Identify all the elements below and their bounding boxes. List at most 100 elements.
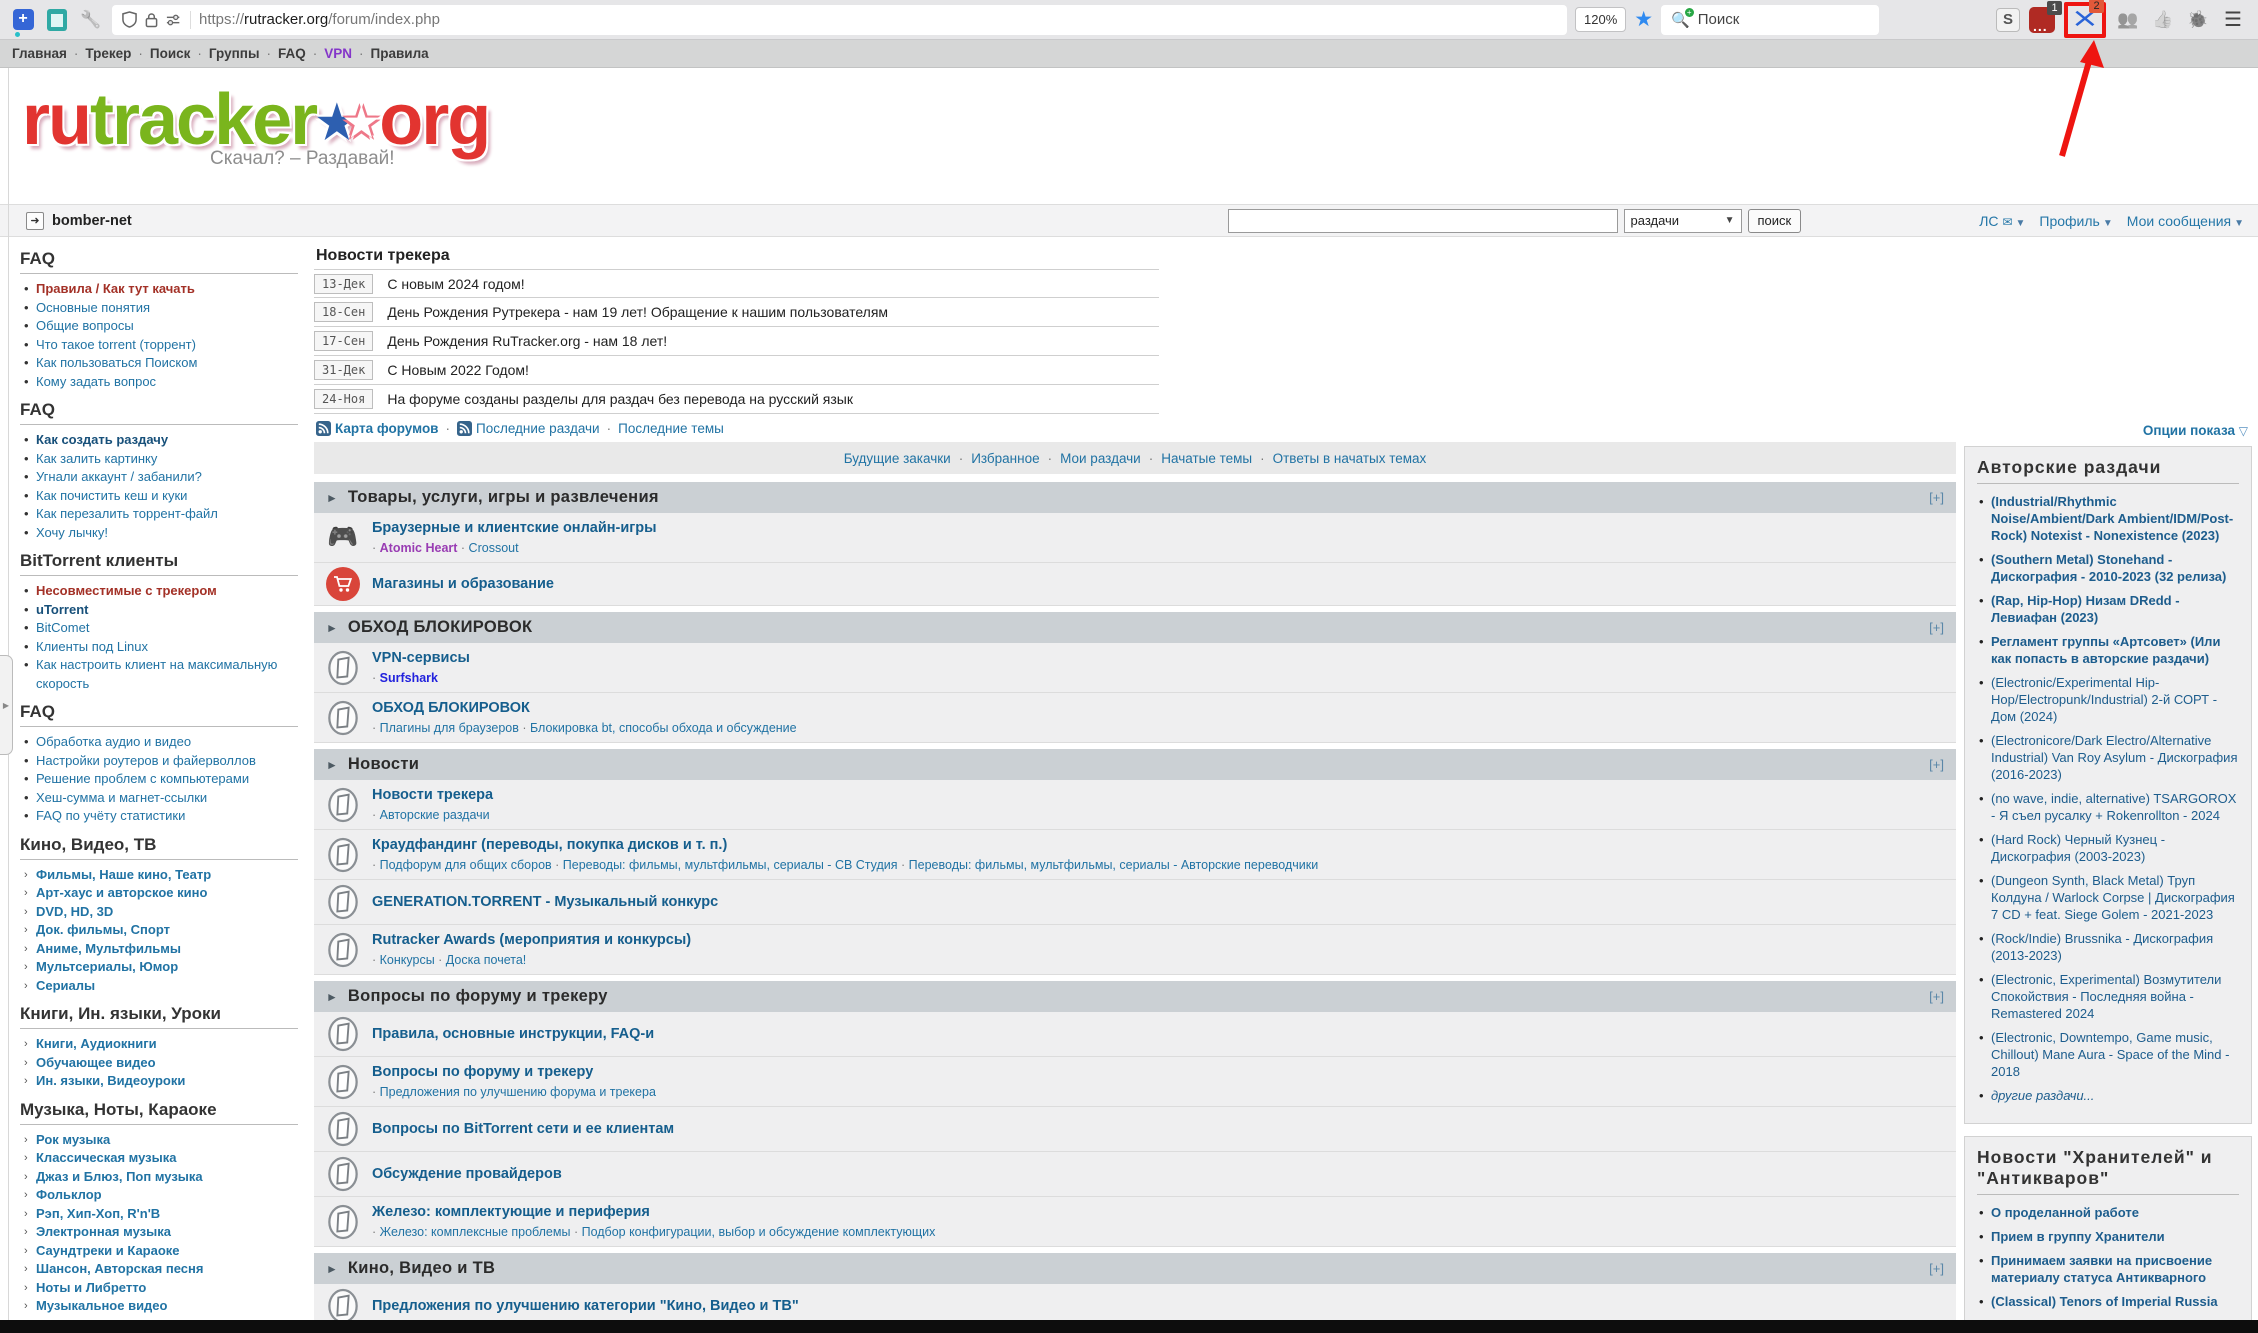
clipboard-extension-icon[interactable] bbox=[44, 7, 70, 33]
pm-link[interactable]: ЛС ✉ bbox=[1979, 213, 2012, 229]
sidebar-link[interactable]: Хочу лычку! bbox=[36, 525, 108, 540]
forum-link[interactable]: GENERATION.TORRENT - Музыкальный конкурс bbox=[372, 894, 718, 910]
sidebar-link[interactable]: Классическая музыка bbox=[36, 1150, 176, 1165]
sidebar-link[interactable]: Решение проблем с компьютерами bbox=[36, 771, 249, 786]
expand-category-link[interactable]: [+] bbox=[1929, 490, 1944, 505]
nav-item-3[interactable]: Поиск bbox=[150, 46, 191, 61]
lock-icon[interactable] bbox=[145, 12, 158, 28]
display-options-link[interactable]: Опции показа bbox=[2143, 423, 2235, 438]
subforum-link[interactable]: Переводы: фильмы, мультфильмы, сериалы -… bbox=[563, 858, 898, 872]
forum-link[interactable]: Магазины и образование bbox=[372, 576, 554, 592]
forum-link[interactable]: Краудфандинг (переводы, покупка дисков и… bbox=[372, 837, 727, 853]
category-header[interactable]: ►Вопросы по форуму и трекеру[+] bbox=[314, 981, 1956, 1012]
subforum-link[interactable]: Подбор конфигурации, выбор и обсуждение … bbox=[582, 1225, 936, 1239]
sidebar-link[interactable]: Обучающее видео bbox=[36, 1055, 156, 1070]
sidebar-collapse-handle[interactable]: ▶ bbox=[0, 655, 13, 755]
sidebar-link[interactable]: Как настроить клиент на максимальную ско… bbox=[36, 657, 277, 691]
nav-item-7[interactable]: Правила bbox=[371, 46, 429, 61]
release-link[interactable]: (Dungeon Synth, Black Metal) Труп Колдун… bbox=[1991, 873, 2235, 922]
sidebar-link[interactable]: Арт-хаус и авторское кино bbox=[36, 885, 207, 900]
rutracker-logo[interactable]: rutracker★★org bbox=[22, 84, 2258, 156]
sidebar-link[interactable]: Электронная музыка bbox=[36, 1224, 171, 1239]
sidebar-link[interactable]: Рэп, Хип-Хоп, R'n'B bbox=[36, 1206, 160, 1221]
subforum-link[interactable]: Подфорум для общих сборов bbox=[380, 858, 552, 872]
release-link[interactable]: (Classical) Tenors of Imperial Russia bbox=[1991, 1294, 2218, 1309]
new-tab-icon[interactable]: + bbox=[10, 7, 36, 33]
nav-item-2[interactable]: Трекер bbox=[85, 46, 131, 61]
release-link[interactable]: Прием в группу Хранители bbox=[1991, 1229, 2165, 1244]
sidebar-link[interactable]: Правила / Как тут качать bbox=[36, 281, 195, 296]
sidebar-link[interactable]: Как перезалить торрент-файл bbox=[36, 506, 218, 521]
tracker-search-input[interactable] bbox=[1228, 209, 1618, 233]
forum-link[interactable]: Новости трекера bbox=[372, 787, 493, 803]
subforum-link[interactable]: Предложения по улучшению форума и трекер… bbox=[380, 1085, 656, 1099]
category-title[interactable]: Новости bbox=[348, 755, 419, 774]
subforum-link[interactable]: Surfshark bbox=[380, 671, 438, 685]
chevron-down-icon[interactable]: ▼ bbox=[2103, 218, 2113, 229]
category-title[interactable]: ОБХОД БЛОКИРОВОК bbox=[348, 618, 532, 637]
sidebar-link[interactable]: Несовместимые с трекером bbox=[36, 583, 217, 598]
category-header[interactable]: ►Товары, услуги, игры и развлечения[+] bbox=[314, 482, 1956, 513]
expand-category-link[interactable]: [+] bbox=[1929, 620, 1944, 635]
category-title[interactable]: Товары, услуги, игры и развлечения bbox=[348, 488, 659, 507]
s-extension-icon[interactable]: S bbox=[1996, 8, 2020, 32]
forum-link[interactable]: Вопросы по форуму и трекеру bbox=[372, 1064, 593, 1080]
sidebar-link[interactable]: Настройки роутеров и файерволлов bbox=[36, 753, 256, 768]
sidebar-link[interactable]: Что такое torrent (торрент) bbox=[36, 337, 196, 352]
forum-link[interactable]: Браузерные и клиентские онлайн-игры bbox=[372, 520, 657, 536]
sidebar-link[interactable]: Фильмы, Наше кино, Театр bbox=[36, 867, 211, 882]
category-title[interactable]: Вопросы по форуму и трекеру bbox=[348, 987, 608, 1006]
category-header[interactable]: ► ОБХОД БЛОКИРОВОК [+] bbox=[314, 612, 1956, 643]
subforum-link[interactable]: Блокировка bt, способы обхода и обсужден… bbox=[530, 721, 797, 735]
quick-link[interactable]: Мои раздачи bbox=[1060, 451, 1141, 466]
release-link[interactable]: (no wave, indie, alternative) TSARGOROX … bbox=[1991, 791, 2236, 823]
menu-icon[interactable]: ☰ bbox=[2220, 7, 2246, 33]
search-scope-select[interactable]: раздачи ▼ bbox=[1624, 209, 1742, 233]
forum-link[interactable]: Rutracker Awards (мероприятия и конкурсы… bbox=[372, 932, 691, 948]
release-link[interactable]: (Rap, Hip-Hop) Низам DRedd - Левиафан (2… bbox=[1991, 593, 2180, 625]
expand-category-link[interactable]: [+] bbox=[1929, 1261, 1944, 1276]
news-link[interactable]: День Рождения Рутрекера - нам 19 лет! Об… bbox=[387, 304, 888, 320]
collapse-arrow-icon[interactable]: ► bbox=[326, 1262, 338, 1276]
map-link[interactable]: Карта форумов bbox=[316, 421, 439, 436]
news-link[interactable]: С новым 2024 годом! bbox=[387, 276, 524, 292]
map-link[interactable]: Последние темы bbox=[618, 421, 724, 436]
sidebar-link[interactable]: Аниме, Мультфильмы bbox=[36, 941, 181, 956]
chevron-down-icon[interactable]: ▼ bbox=[2016, 218, 2026, 229]
collapse-arrow-icon[interactable]: ► bbox=[326, 621, 338, 635]
sidebar-link[interactable]: Как почистить кеш и куки bbox=[36, 488, 187, 503]
sidebar-link[interactable]: Джаз и Блюз, Поп музыка bbox=[36, 1169, 203, 1184]
sidebar-link[interactable]: Музыкальное видео bbox=[36, 1298, 167, 1313]
search-button[interactable]: поиск bbox=[1748, 209, 1802, 233]
sidebar-link[interactable]: Обработка аудио и видео bbox=[36, 734, 191, 749]
release-link[interactable]: другие раздачи... bbox=[1991, 1088, 2094, 1103]
sidebar-link[interactable]: Как пользоваться Поиском bbox=[36, 355, 197, 370]
thumbs-up-icon[interactable]: 👍 bbox=[2150, 7, 2176, 33]
subforum-link[interactable]: Crossout bbox=[469, 541, 519, 555]
nav-item-1[interactable]: Главная bbox=[12, 46, 67, 61]
sidebar-link[interactable]: BitComet bbox=[36, 620, 89, 635]
sidebar-link[interactable]: Хеш-сумма и магнет-ссылки bbox=[36, 790, 207, 805]
chevron-down-icon[interactable]: ▼ bbox=[2234, 218, 2244, 229]
release-link[interactable]: (Electronicore/Dark Electro/Alternative … bbox=[1991, 733, 2237, 782]
bug-icon[interactable]: 🐞 bbox=[2185, 7, 2211, 33]
extension-icon-1[interactable]: 1 bbox=[2029, 7, 2055, 33]
release-link[interactable]: (Rock/Indie) Brussnika - Дискография (20… bbox=[1991, 931, 2213, 963]
quick-link[interactable]: Начатые темы bbox=[1161, 451, 1252, 466]
subforum-link[interactable]: Плагины для браузеров bbox=[380, 721, 519, 735]
subforum-link[interactable]: Железо: комплексные проблемы bbox=[380, 1225, 571, 1239]
news-link[interactable]: На форуме созданы разделы для раздач без… bbox=[387, 391, 853, 407]
release-link[interactable]: (Electronic/Experimental Hip-Hop/Electro… bbox=[1991, 675, 2217, 724]
shield-icon[interactable] bbox=[122, 11, 137, 28]
subforum-link[interactable]: Конкурсы bbox=[380, 953, 435, 967]
sidebar-link[interactable]: Книги, Аудиокниги bbox=[36, 1036, 157, 1051]
sidebar-link[interactable]: Фольклор bbox=[36, 1187, 102, 1202]
subforum-link[interactable]: Доска почета! bbox=[446, 953, 526, 967]
wrench-icon[interactable]: 🔧 bbox=[78, 7, 104, 33]
forum-link[interactable]: Предложения по улучшению категории "Кино… bbox=[372, 1298, 799, 1314]
release-link[interactable]: (Electronic, Experimental) Возмутители С… bbox=[1991, 972, 2221, 1021]
nav-item-4[interactable]: Группы bbox=[209, 46, 260, 61]
sidebar-link[interactable]: Ин. языки, Видеоуроки bbox=[36, 1073, 185, 1088]
url-text[interactable]: https://rutracker.org/forum/index.php bbox=[199, 11, 440, 28]
category-title[interactable]: Кино, Видео и ТВ bbox=[348, 1259, 495, 1278]
